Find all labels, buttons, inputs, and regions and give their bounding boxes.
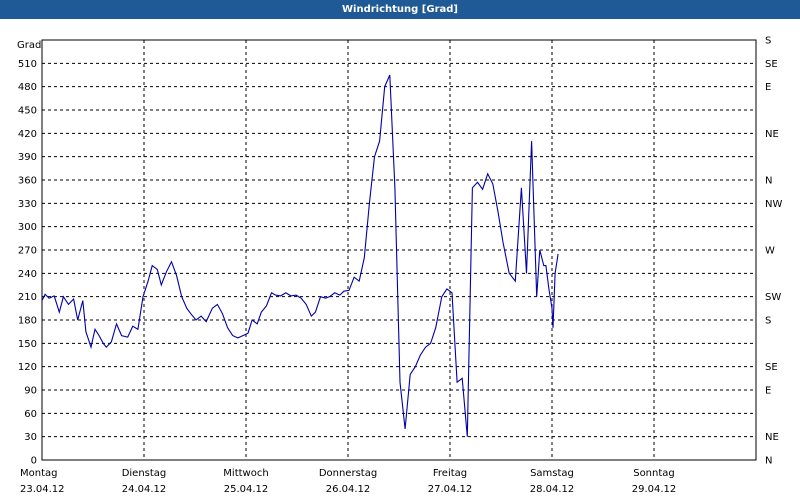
y-tick-label: 30 xyxy=(24,432,37,443)
right-compass-label: S xyxy=(765,316,771,327)
right-compass-label: NE xyxy=(765,129,779,140)
right-compass-label: S xyxy=(765,36,771,47)
x-tick-day-label: Samstag xyxy=(530,468,574,479)
x-tick-day-label: Mittwoch xyxy=(223,468,268,479)
right-compass-label: N xyxy=(765,176,772,187)
y-tick-label: 180 xyxy=(18,316,37,327)
y-tick-label: 60 xyxy=(24,409,37,420)
x-tick-day-label: Montag xyxy=(20,468,57,479)
right-compass-label: E xyxy=(765,82,771,93)
y-tick-label: 300 xyxy=(18,222,37,233)
y-tick-label: 450 xyxy=(18,106,37,117)
right-compass-label: NW xyxy=(765,199,782,210)
x-tick-day-label: Sonntag xyxy=(633,468,675,479)
x-tick-day-label: Freitag xyxy=(433,468,467,479)
right-compass-label: W xyxy=(765,246,775,257)
right-compass-label: SE xyxy=(765,362,778,373)
right-compass-label: SE xyxy=(765,59,778,70)
x-tick-day-label: Donnerstag xyxy=(319,468,377,479)
right-compass-label: NE xyxy=(765,432,779,443)
series-line xyxy=(41,74,559,437)
y-tick-label: 420 xyxy=(18,129,37,140)
y-tick-label: 210 xyxy=(18,292,37,303)
x-tick-date-label: 26.04.12 xyxy=(326,484,371,495)
right-compass-label: E xyxy=(765,386,771,397)
x-tick-date-label: 25.04.12 xyxy=(224,484,269,495)
x-tick-day-label: Dienstag xyxy=(122,468,167,479)
x-tick-date-label: 27.04.12 xyxy=(428,484,473,495)
x-tick-date-label: 29.04.12 xyxy=(632,484,677,495)
y-tick-label: 150 xyxy=(18,339,37,350)
y-tick-label: 0 xyxy=(31,456,37,467)
y-axis-label: Grad xyxy=(17,40,41,51)
y-tick-label: 330 xyxy=(18,199,37,210)
y-tick-label: 360 xyxy=(18,176,37,187)
y-tick-label: 480 xyxy=(18,82,37,93)
x-tick-date-label: 23.04.12 xyxy=(20,484,65,495)
y-tick-label: 120 xyxy=(18,362,37,373)
wind-direction-chart: Grad 0 30 60 90 120 150 180 210 240 270 300 330 360 3… xyxy=(17,36,782,496)
y-tick-label: 390 xyxy=(18,152,37,163)
x-tick-date-label: 28.04.12 xyxy=(530,484,575,495)
right-compass-label: SW xyxy=(765,292,781,303)
y-tick-label: 510 xyxy=(18,59,37,70)
y-tick-label: 240 xyxy=(18,269,37,280)
y-tick-label: 270 xyxy=(18,246,37,257)
x-tick-date-label: 24.04.12 xyxy=(122,484,167,495)
y-tick-label: 90 xyxy=(24,386,37,397)
right-compass-label: N xyxy=(765,456,772,467)
